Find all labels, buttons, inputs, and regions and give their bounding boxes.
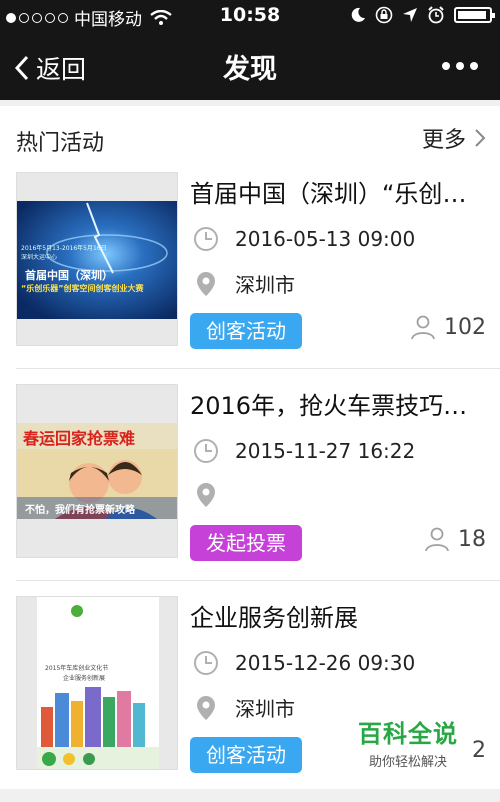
person-icon	[411, 315, 435, 340]
activity-location: 深圳市	[235, 697, 295, 721]
section-title: 热门活动	[16, 131, 105, 156]
activity-thumbnail: 春运回家抢票难 不怕，我们有抢票新攻略	[16, 384, 178, 558]
clock-icon	[194, 439, 218, 463]
location-arrow-icon	[403, 8, 417, 22]
location-row	[193, 481, 235, 509]
thumb-venue-text: 深圳大运中心	[21, 254, 58, 261]
chevron-right-icon	[475, 129, 486, 147]
clock-icon	[194, 227, 218, 251]
thumb-headline: 2015年车库创业文化节	[45, 665, 109, 672]
participant-count-value: 102	[444, 314, 486, 340]
watermark: 百科全说 助你轻松解决	[358, 714, 458, 770]
watermark-subtitle: 助你轻松解决	[368, 755, 447, 770]
alarm-icon	[428, 6, 444, 24]
activity-date: 2015-11-27 16:22	[235, 439, 416, 463]
page-title: 发现	[223, 54, 277, 85]
participant-count: 18	[424, 526, 486, 552]
activity-date: 2015-12-26 09:30	[235, 651, 416, 675]
more-dot	[456, 62, 464, 70]
more-dot	[470, 62, 478, 70]
divider	[16, 580, 500, 581]
list-item[interactable]: 春运回家抢票难 不怕，我们有抢票新攻略 2016年，抢火车票技巧大全 2015-…	[0, 380, 500, 590]
activity-title: 首届中国（深圳）“乐创器”创客空间创客创业大赛	[190, 180, 490, 208]
status-icons	[350, 6, 495, 24]
location-pin-icon	[197, 695, 215, 720]
person-icon	[425, 527, 449, 552]
location-pin-icon	[197, 271, 215, 296]
activity-thumbnail: 2016年5月13-2016年5月16日 深圳大运中心 首届中国（深圳） “乐创…	[16, 172, 178, 346]
nav-bar: 返回 发现	[0, 32, 500, 100]
watermark-title: 百科全说	[358, 720, 458, 748]
activity-location: 深圳市	[235, 273, 295, 297]
more-link[interactable]: 更多	[422, 122, 486, 154]
more-label: 更多	[421, 128, 466, 153]
thumb-subheadline: 企业服务创新展	[63, 675, 106, 682]
thumb-headline: 首届中国（深圳）	[25, 269, 113, 282]
section-header: 热门活动 更多	[0, 106, 500, 168]
activity-title: 企业服务创新展	[190, 604, 358, 632]
more-dot	[442, 62, 450, 70]
category-tag[interactable]: 发起投票	[190, 525, 302, 561]
participant-count-value: 2	[472, 738, 486, 763]
status-bar: 中国移动 10:58	[0, 0, 500, 32]
thumb-headline: 春运回家抢票难	[23, 429, 136, 448]
participant-count: 102	[410, 314, 486, 340]
activity-list: 2016年5月13-2016年5月16日 深圳大运中心 首届中国（深圳） “乐创…	[0, 168, 500, 789]
date-row: 2016-05-13 09:00	[193, 226, 415, 252]
location-row: 深圳市	[193, 269, 295, 298]
list-item[interactable]: 2015年车库创业文化节 企业服务创新展 企业服务创新展 2015-12-26 …	[0, 592, 500, 802]
list-item[interactable]: 2016年5月13-2016年5月16日 深圳大运中心 首届中国（深圳） “乐创…	[0, 168, 500, 378]
activity-title: 2016年，抢火车票技巧大全	[190, 392, 490, 420]
thumb-date-text: 2016年5月13-2016年5月16日	[21, 245, 107, 252]
battery-icon	[454, 7, 495, 23]
thumb-subheadline: 不怕，我们有抢票新攻略	[25, 505, 135, 516]
activity-thumbnail: 2015年车库创业文化节 企业服务创新展	[16, 596, 178, 770]
location-pin-icon	[197, 483, 215, 507]
category-tag[interactable]: 创客活动	[190, 737, 302, 773]
category-tag[interactable]: 创客活动	[190, 313, 302, 349]
more-options-button[interactable]	[442, 62, 478, 70]
clock-icon	[194, 651, 218, 675]
date-row: 2015-12-26 09:30	[193, 650, 415, 676]
moon-icon	[351, 7, 365, 22]
location-row: 深圳市	[193, 693, 295, 722]
rotation-lock-icon	[375, 6, 393, 24]
participant-count: 2	[472, 738, 486, 763]
participant-count-value: 18	[458, 526, 486, 552]
date-row: 2015-11-27 16:22	[193, 438, 415, 464]
thumb-subheadline: “乐创乐器”创客空间创客创业大赛	[21, 284, 144, 293]
divider	[16, 368, 500, 369]
activity-date: 2016-05-13 09:00	[235, 227, 416, 251]
